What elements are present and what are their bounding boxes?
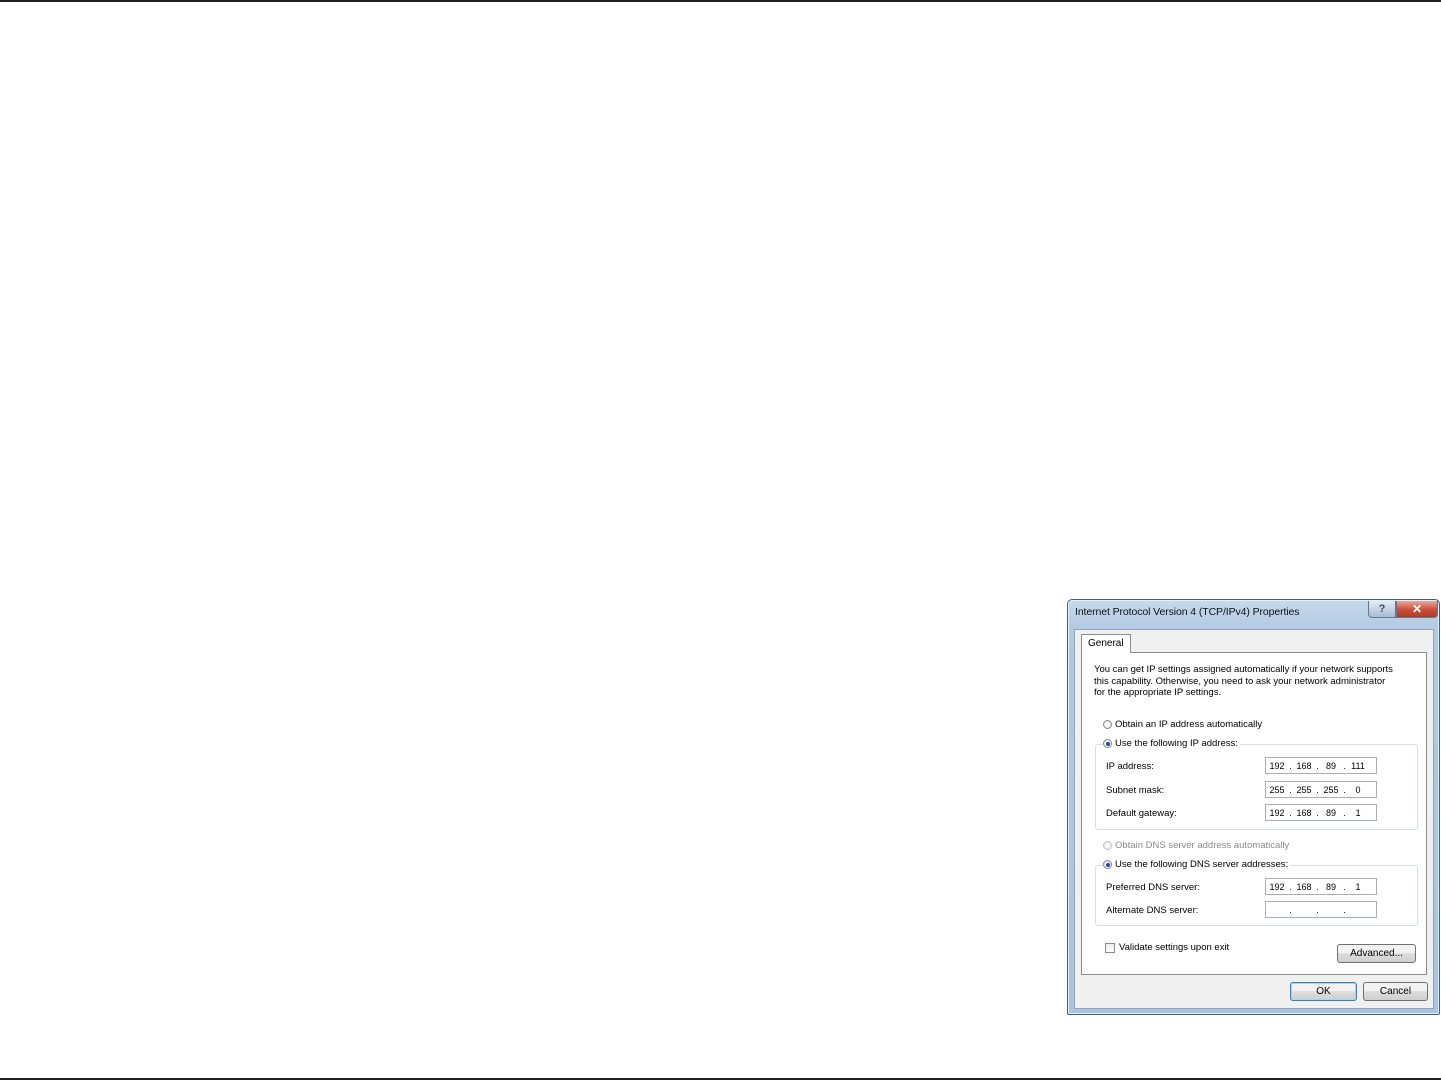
description-line: for the appropriate IP settings.	[1094, 687, 1222, 698]
ipv4-properties-dialog: Internet Protocol Version 4 (TCP/IPv4) P…	[1067, 599, 1440, 1015]
tab-general[interactable]: General	[1081, 634, 1131, 653]
checkbox-box	[1105, 942, 1115, 953]
use-following-ip-radio[interactable]: Use the following IP address:	[1103, 738, 1240, 749]
subnet-mask-input[interactable]: 255. 255. 255. 0	[1265, 781, 1377, 798]
octet: 255	[1269, 784, 1285, 795]
octet: 1	[1355, 807, 1361, 818]
general-tab-panel: You can get IP settings assigned automat…	[1081, 652, 1427, 975]
default-gateway-label: Default gateway:	[1106, 808, 1177, 819]
octet: 168	[1296, 760, 1312, 771]
octet: 192	[1269, 807, 1285, 818]
dot-separator: .	[1343, 904, 1346, 915]
ok-button[interactable]: OK	[1290, 982, 1357, 1001]
question-mark-icon: ?	[1378, 603, 1386, 615]
validate-settings-label: Validate settings upon exit	[1119, 942, 1230, 953]
obtain-ip-auto-radio[interactable]: Obtain an IP address automatically	[1103, 719, 1265, 730]
close-button[interactable]: ✕	[1396, 601, 1438, 618]
alternate-dns-input[interactable]: . . .	[1265, 901, 1377, 918]
octet: 89	[1325, 760, 1336, 771]
preferred-dns-label: Preferred DNS server:	[1106, 882, 1200, 893]
octet: 0	[1355, 784, 1361, 795]
radio-circle	[1103, 739, 1112, 748]
octet: 168	[1296, 807, 1312, 818]
obtain-ip-auto-label: Obtain an IP address automatically	[1115, 719, 1263, 730]
dot-separator: .	[1289, 904, 1292, 915]
octet: 89	[1325, 807, 1336, 818]
description-text: You can get IP settings assigned automat…	[1094, 664, 1419, 699]
radio-circle	[1103, 720, 1112, 729]
advanced-button[interactable]: Advanced...	[1337, 944, 1416, 963]
octet: 192	[1269, 760, 1285, 771]
radio-circle	[1103, 841, 1112, 850]
octet: 89	[1325, 881, 1336, 892]
alternate-dns-label: Alternate DNS server:	[1106, 905, 1199, 916]
validate-settings-checkbox[interactable]: Validate settings upon exit	[1105, 942, 1232, 953]
octet: 255	[1296, 784, 1312, 795]
default-gateway-input[interactable]: 192. 168. 89. 1	[1265, 804, 1377, 821]
octet: 192	[1269, 881, 1285, 892]
subnet-mask-label: Subnet mask:	[1106, 785, 1165, 796]
dialog-client-area: General You can get IP settings assigned…	[1074, 629, 1434, 1009]
octet: 1	[1355, 881, 1361, 892]
obtain-dns-auto-radio[interactable]: Obtain DNS server address automatically	[1103, 840, 1292, 851]
dns-server-group: Preferred DNS server: 192. 168. 89. 1 Al…	[1095, 865, 1418, 926]
use-following-dns-label: Use the following DNS server addresses:	[1115, 859, 1289, 870]
octet: 111	[1351, 760, 1365, 771]
bottom-rule	[0, 1078, 1441, 1080]
obtain-dns-auto-label: Obtain DNS server address automatically	[1115, 840, 1290, 851]
dialog-title: Internet Protocol Version 4 (TCP/IPv4) P…	[1075, 606, 1300, 618]
ip-address-input[interactable]: 192. 168. 89. 111	[1265, 757, 1377, 774]
octet: 168	[1296, 881, 1312, 892]
close-icon: ✕	[1411, 602, 1423, 616]
preferred-dns-input[interactable]: 192. 168. 89. 1	[1265, 878, 1377, 895]
description-line: this capability. Otherwise, you need to …	[1094, 675, 1386, 687]
octet: 255	[1323, 784, 1339, 795]
ip-address-label: IP address:	[1106, 761, 1154, 772]
dot-separator: .	[1316, 904, 1319, 915]
radio-circle	[1103, 860, 1112, 869]
use-following-ip-label: Use the following IP address:	[1115, 738, 1238, 749]
top-rule	[0, 0, 1441, 2]
help-button[interactable]: ?	[1368, 601, 1396, 618]
use-following-dns-radio[interactable]: Use the following DNS server addresses:	[1103, 859, 1291, 870]
cancel-button[interactable]: Cancel	[1363, 982, 1428, 1001]
ip-address-group: IP address: 192. 168. 89. 111 Subnet mas…	[1095, 744, 1418, 830]
title-bar[interactable]: Internet Protocol Version 4 (TCP/IPv4) P…	[1068, 600, 1439, 626]
description-line: You can get IP settings assigned automat…	[1094, 664, 1393, 675]
